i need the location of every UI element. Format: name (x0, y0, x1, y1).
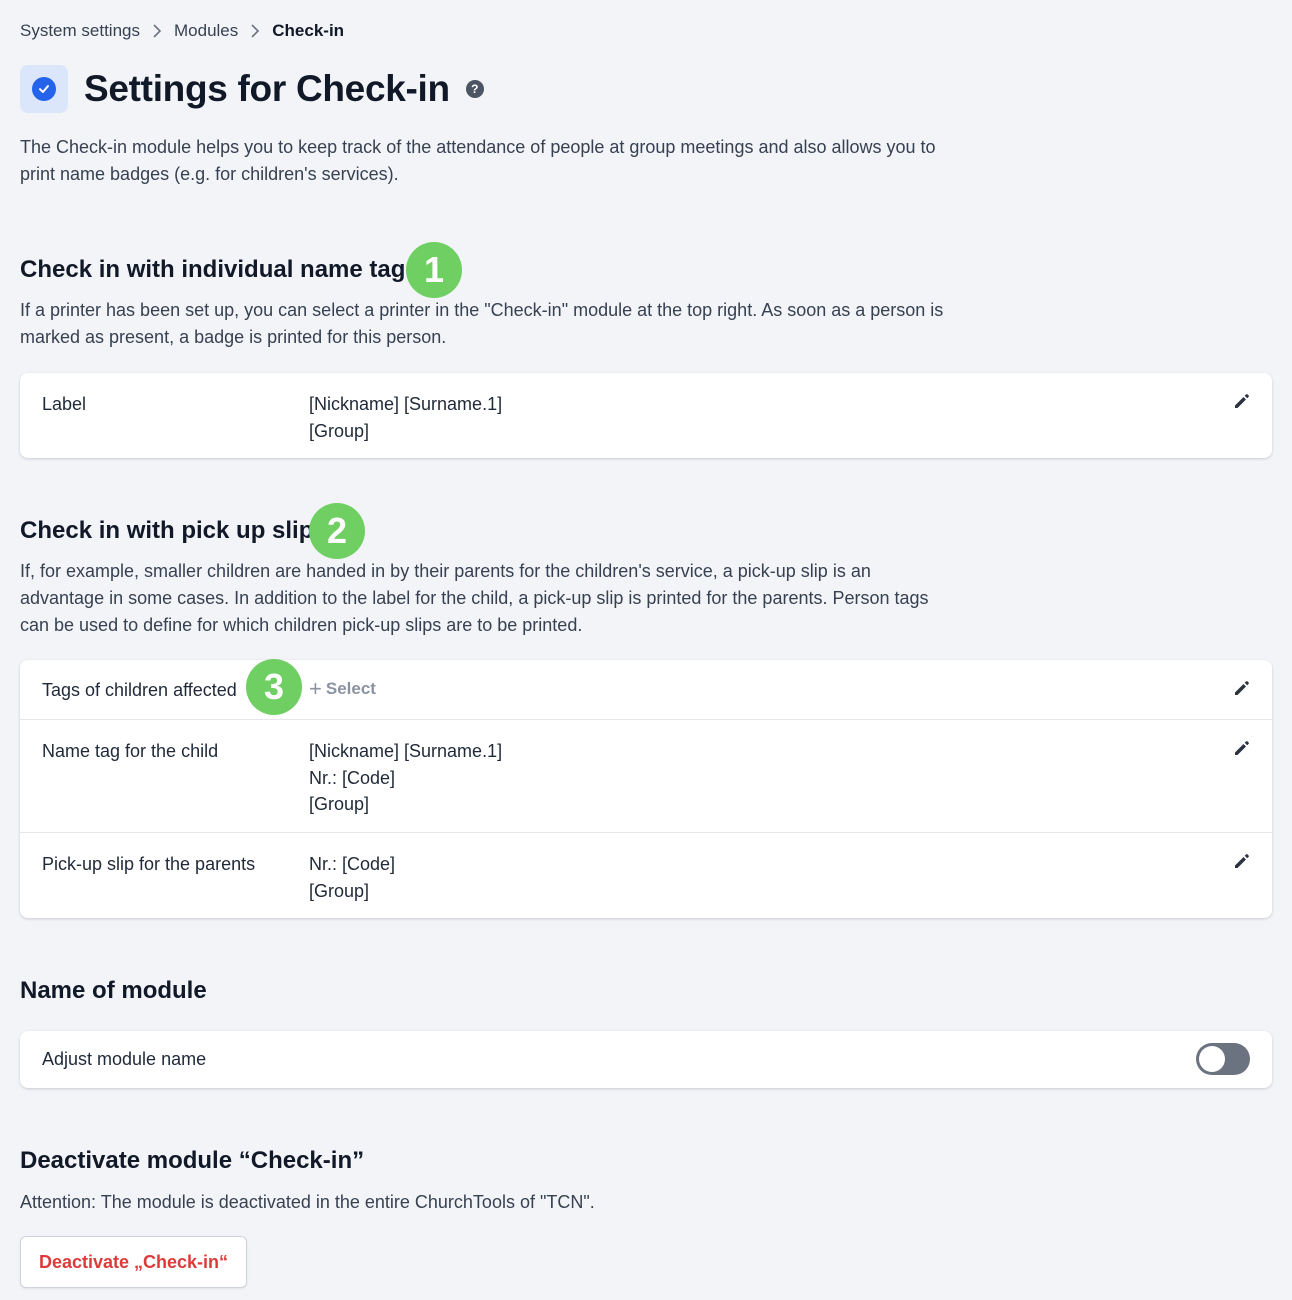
breadcrumb: System settings Modules Check-in (20, 21, 344, 41)
check-circle-icon (20, 65, 68, 113)
deactivate-button[interactable]: Deactivate „Check-in“ (20, 1236, 247, 1288)
value-line: [Group] (309, 880, 370, 901)
page-header: Settings for Check-in ? (20, 65, 484, 113)
select-label: Select (325, 679, 376, 698)
marker-2: 2 (309, 503, 365, 559)
row-label: Adjust module name (42, 1049, 207, 1069)
page-title: Settings for Check-in (84, 68, 450, 109)
value-line: [Group] (309, 794, 370, 814)
marker-3: 3 (246, 659, 302, 715)
section-title-pickup: Check in with pick up slip (20, 517, 314, 544)
tags-row: Tags of children affected + Select (20, 660, 1272, 719)
help-icon[interactable]: ? (465, 80, 484, 98)
page-description: The Check-in module helps you to keep tr… (20, 137, 936, 184)
value-line: Nr.: [Code] (309, 854, 396, 874)
child-name-tag-row: Name tag for the child [Nickname] [Surna… (20, 719, 1272, 832)
pencil-icon[interactable] (1232, 391, 1252, 411)
chevron-right-icon (250, 24, 260, 38)
breadcrumb-modules[interactable]: Modules (174, 21, 238, 41)
row-label: Label (42, 394, 87, 414)
pickup-card: Tags of children affected + Select Name … (20, 660, 1272, 918)
section-description-pickup: If, for example, smaller children are ha… (20, 561, 929, 635)
pencil-icon[interactable] (1232, 851, 1252, 871)
marker-1: 1 (406, 242, 462, 298)
breadcrumb-check-in: Check-in (272, 21, 345, 40)
module-name-card: Adjust module name (20, 1031, 1272, 1088)
breadcrumb-system-settings[interactable]: System settings (20, 21, 140, 41)
chevron-right-icon (152, 24, 162, 38)
settings-page: System settings Modules Check-in Setting… (0, 0, 1292, 1300)
value-line: [Nickname] [Surname.1] (309, 741, 503, 761)
plus-icon: + (309, 676, 322, 701)
row-value: [Nickname] [Surname.1] Nr.: [Code] [Grou… (309, 738, 502, 814)
pencil-icon[interactable] (1232, 738, 1252, 758)
value-line: [Nickname] [Surname.1] (309, 394, 503, 414)
section-title-module-name: Name of module (20, 977, 207, 1004)
section-title-deactivate: Deactivate module “Check-in” (20, 1147, 365, 1174)
adjust-name-toggle[interactable] (1196, 1043, 1250, 1075)
value-line: [Group] (309, 420, 370, 441)
row-label: Name tag for the child (42, 741, 219, 761)
section-title-name-tags: Check in with individual name tags (20, 256, 419, 283)
toggle-knob (1199, 1046, 1225, 1072)
pencil-icon[interactable] (1232, 678, 1252, 698)
select-tags-button[interactable]: + Select (309, 677, 376, 701)
section-description-deactivate: Attention: The module is deactivated in … (20, 1192, 595, 1212)
section-description-name-tags: If a printer has been set up, you can se… (20, 300, 944, 347)
label-row: Label [Nickname] [Surname.1] [Group] (20, 373, 1272, 462)
row-value: Nr.: [Code] [Group] (309, 851, 396, 901)
value-line: Nr.: [Code] (309, 767, 396, 788)
parent-slip-row: Pick-up slip for the parents Nr.: [Code]… (20, 832, 1272, 918)
adjust-name-row: Adjust module name (20, 1031, 1272, 1090)
row-label: Pick-up slip for the parents (42, 854, 256, 874)
name-tags-card: Label [Nickname] [Surname.1] [Group] (20, 373, 1272, 458)
row-value: [Nickname] [Surname.1] [Group] (309, 391, 502, 444)
